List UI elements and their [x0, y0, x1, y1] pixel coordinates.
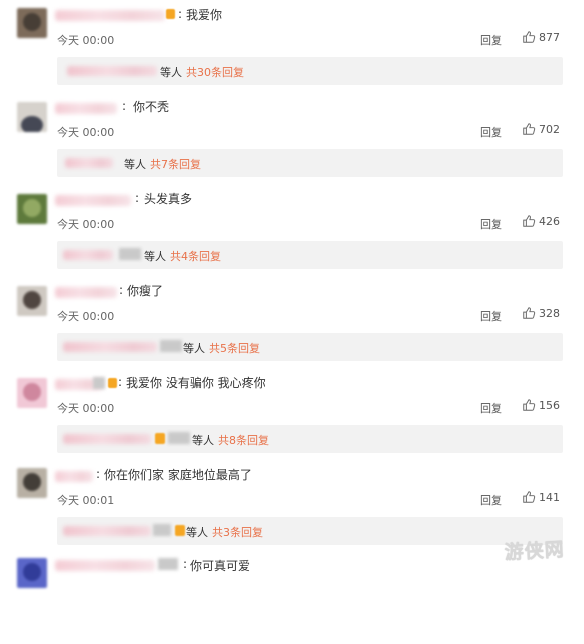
like-button[interactable]: 426 [522, 214, 560, 228]
username-blurred[interactable] [55, 287, 117, 298]
comment-item: : 头发真多 今天 00:00 回复 426 等人 共4条回复 [0, 184, 584, 276]
avatar[interactable] [17, 8, 47, 38]
comment-text: 头发真多 [144, 192, 193, 206]
replier-names-blurred [65, 158, 113, 168]
like-button[interactable]: 156 [522, 398, 560, 412]
username-fragment-blurred [93, 377, 105, 389]
sub-replies-bar[interactable]: 等人 共8条回复 [57, 425, 563, 453]
colon-separator: : [122, 99, 127, 113]
vip-badge-icon [175, 525, 185, 536]
comment-time: 今天 00:01 [57, 494, 115, 507]
comment-text: 你不秃 [133, 100, 170, 114]
comment-text: 我爱你 没有骗你 我心疼你 [126, 376, 266, 390]
sub-replies-count-link[interactable]: 共3条回复 [212, 524, 263, 540]
like-count: 877 [539, 30, 560, 44]
watermark-logo: 游侠网 [504, 538, 566, 564]
username-blurred[interactable] [55, 195, 131, 206]
avatar[interactable] [17, 194, 47, 224]
reply-button[interactable]: 回复 [480, 400, 502, 416]
sub-replies-bar[interactable]: 等人 共3条回复 [57, 517, 563, 545]
sub-replies-bar[interactable]: 等人 共30条回复 [57, 57, 563, 85]
sub-replies-bar[interactable]: 等人 共5条回复 [57, 333, 563, 361]
colon-separator: : [96, 467, 101, 481]
sub-replies-others: 等人 [186, 526, 208, 539]
sub-replies-bar[interactable]: 等人 共7条回复 [57, 149, 563, 177]
username-blurred[interactable] [55, 10, 165, 21]
sub-replies-others: 等人 [124, 158, 146, 171]
comment-item: : 我爱你 没有骗你 我心疼你 今天 00:00 回复 156 等人 共8条回复 [0, 368, 584, 460]
sub-replies-others: 等人 [183, 342, 205, 355]
username-blurred[interactable] [55, 560, 155, 571]
like-count: 328 [539, 306, 560, 320]
username-blurred[interactable] [55, 103, 117, 114]
colon-separator: : [135, 191, 140, 205]
reply-button[interactable]: 回复 [480, 308, 502, 324]
comment-time: 今天 00:00 [57, 126, 115, 139]
comment-text: 我爱你 [186, 8, 223, 22]
comment-time: 今天 00:00 [57, 218, 115, 231]
comment-item: : 你可真可爱 [0, 552, 584, 644]
replier-names-blurred [63, 526, 151, 536]
sub-replies-count-link[interactable]: 共8条回复 [218, 432, 269, 448]
like-count: 141 [539, 490, 560, 504]
replier-avatar-blurred [168, 432, 190, 444]
thumbs-up-icon [523, 215, 536, 227]
vip-badge-icon [108, 378, 117, 388]
comment-time: 今天 00:00 [57, 34, 115, 47]
thumbs-up-icon [523, 491, 536, 503]
sub-replies-others: 等人 [160, 66, 182, 79]
comment-time: 今天 00:00 [57, 310, 115, 323]
colon-separator: : [118, 375, 123, 389]
sub-replies-bar[interactable]: 等人 共4条回复 [57, 241, 563, 269]
sub-replies-count-link[interactable]: 共4条回复 [170, 248, 221, 264]
reply-button[interactable]: 回复 [480, 492, 502, 508]
avatar[interactable] [17, 468, 47, 498]
like-button[interactable]: 328 [522, 306, 560, 320]
avatar[interactable] [17, 558, 47, 588]
sub-replies-count-link[interactable]: 共30条回复 [186, 64, 244, 80]
comment-time: 今天 00:00 [57, 402, 115, 415]
comment-item: : 你不秃 今天 00:00 回复 702 等人 共7条回复 [0, 92, 584, 184]
replier-avatar-blurred [119, 248, 141, 260]
sub-replies-others: 等人 [144, 250, 166, 263]
comment-item: : 你瘦了 今天 00:00 回复 328 等人 共5条回复 [0, 276, 584, 368]
vip-badge-icon [155, 433, 165, 444]
reply-button[interactable]: 回复 [480, 124, 502, 140]
comment-text: 你可真可爱 [190, 559, 251, 573]
like-button[interactable]: 702 [522, 122, 560, 136]
like-count: 156 [539, 398, 560, 412]
avatar[interactable] [17, 286, 47, 316]
thumbs-up-icon [523, 399, 536, 411]
colon-separator: : [178, 7, 183, 21]
replier-avatar-blurred [153, 524, 171, 536]
avatar[interactable] [17, 378, 47, 408]
colon-separator: : [119, 283, 124, 297]
like-button[interactable]: 877 [522, 30, 560, 44]
comment-text: 你在你们家 家庭地位最高了 [104, 468, 252, 482]
replier-avatar-blurred [160, 340, 182, 352]
vip-badge-icon [166, 9, 175, 19]
like-count: 702 [539, 122, 560, 136]
like-button[interactable]: 141 [522, 490, 560, 504]
reply-button[interactable]: 回复 [480, 32, 502, 48]
replier-names-blurred [63, 250, 113, 260]
avatar[interactable] [17, 102, 47, 132]
sub-replies-others: 等人 [192, 434, 214, 447]
replier-names-blurred [63, 342, 157, 352]
comment-item: : 你在你们家 家庭地位最高了 今天 00:01 回复 141 等人 共3条回复 [0, 460, 584, 552]
thumbs-up-icon [523, 307, 536, 319]
thumbs-up-icon [523, 123, 536, 135]
sub-replies-count-link[interactable]: 共5条回复 [209, 340, 260, 356]
reply-button[interactable]: 回复 [480, 216, 502, 232]
username-blurred[interactable] [55, 471, 93, 482]
sub-replies-count-link[interactable]: 共7条回复 [150, 156, 201, 172]
comment-text: 你瘦了 [127, 284, 164, 298]
comment-item: : 我爱你 今天 00:00 回复 877 等人 共30条回复 [0, 0, 584, 92]
replier-names-blurred [63, 434, 151, 444]
colon-separator: : [183, 557, 188, 571]
replier-names-blurred [67, 66, 157, 76]
thumbs-up-icon [523, 31, 536, 43]
username-fragment-blurred [158, 558, 178, 570]
like-count: 426 [539, 214, 560, 228]
